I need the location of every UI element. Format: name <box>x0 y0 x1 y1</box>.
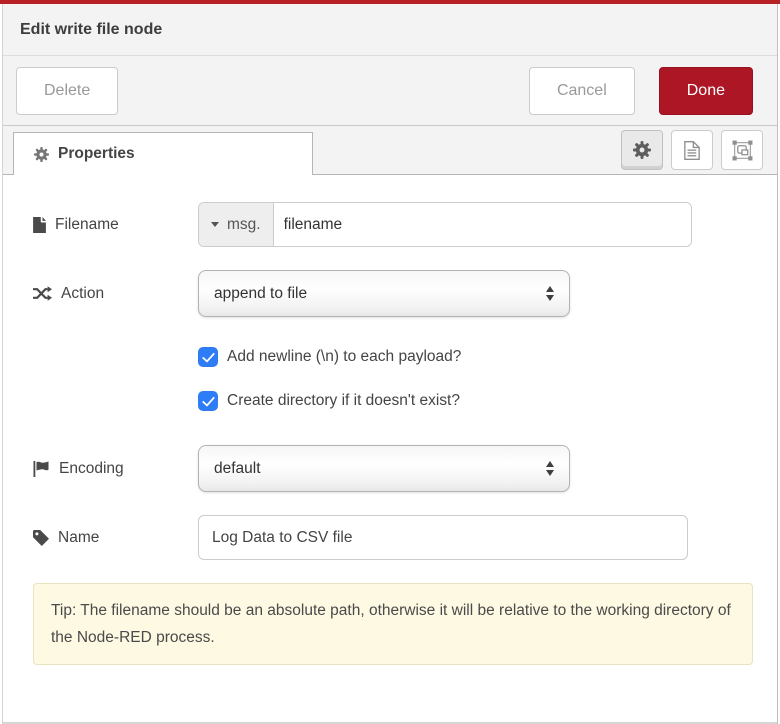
gear-icon <box>633 141 651 159</box>
appearance-button[interactable] <box>721 130 763 170</box>
tip-text: Tip: The filename should be an absolute … <box>51 602 731 646</box>
dialog-title: Edit write file node <box>20 21 162 39</box>
tab-properties-label: Properties <box>58 145 135 163</box>
name-label-text: Name <box>58 529 99 547</box>
mkdir-checkbox-row: Create directory if it doesn't exist? <box>198 391 747 411</box>
filename-label: Filename <box>33 216 198 234</box>
encoding-label: Encoding <box>33 460 198 478</box>
select-stepper-icon <box>546 461 554 476</box>
shuffle-icon <box>33 286 52 301</box>
name-input[interactable] <box>198 515 688 560</box>
cancel-button[interactable]: Cancel <box>529 67 635 115</box>
newline-checkbox-row: Add newline (\n) to each payload? <box>198 347 747 367</box>
file-icon <box>33 217 46 233</box>
document-icon <box>684 141 700 160</box>
filename-row: Filename msg. <box>33 202 747 247</box>
mkdir-checkbox-label[interactable]: Create directory if it doesn't exist? <box>227 392 460 410</box>
dialog-header: Edit write file node <box>3 4 777 56</box>
newline-checkbox[interactable] <box>198 347 218 367</box>
name-row: Name <box>33 515 747 560</box>
action-select[interactable]: append to file <box>198 270 570 317</box>
form-body: Filename msg. <box>3 175 777 665</box>
name-label: Name <box>33 529 198 547</box>
dialog-button-bar: Delete Cancel Done <box>3 56 777 126</box>
encoding-selected-value: default <box>214 460 261 478</box>
tag-icon <box>33 530 49 546</box>
flag-icon <box>33 461 50 477</box>
edit-write-file-node-dialog: Edit write file node Delete Cancel Done … <box>2 4 778 724</box>
delete-button[interactable]: Delete <box>16 67 118 115</box>
gear-icon <box>34 147 49 162</box>
appearance-icon <box>732 140 753 161</box>
action-selected-value: append to file <box>214 285 307 303</box>
action-label: Action <box>33 285 198 303</box>
action-label-text: Action <box>61 285 104 303</box>
description-button[interactable] <box>671 130 713 170</box>
properties-gear-button[interactable] <box>621 130 663 170</box>
mkdir-checkbox[interactable] <box>198 391 218 411</box>
tab-row: Properties <box>3 126 777 175</box>
tip-box: Tip: The filename should be an absolute … <box>33 583 753 665</box>
filename-label-text: Filename <box>55 216 119 234</box>
select-stepper-icon <box>546 286 554 301</box>
filename-type-prefix: msg. <box>227 216 261 234</box>
filename-type-select-button[interactable]: msg. <box>199 203 274 246</box>
filename-input[interactable] <box>274 203 691 246</box>
encoding-select[interactable]: default <box>198 445 570 492</box>
encoding-label-text: Encoding <box>59 460 124 478</box>
tab-properties[interactable]: Properties <box>13 132 313 175</box>
encoding-row: Encoding default <box>33 445 747 492</box>
done-button[interactable]: Done <box>659 67 753 115</box>
newline-checkbox-label[interactable]: Add newline (\n) to each payload? <box>227 348 461 366</box>
action-row: Action append to file <box>33 270 747 317</box>
editor-toolbar <box>621 130 763 170</box>
chevron-down-icon <box>211 222 219 227</box>
filename-typed-input: msg. <box>198 202 692 247</box>
